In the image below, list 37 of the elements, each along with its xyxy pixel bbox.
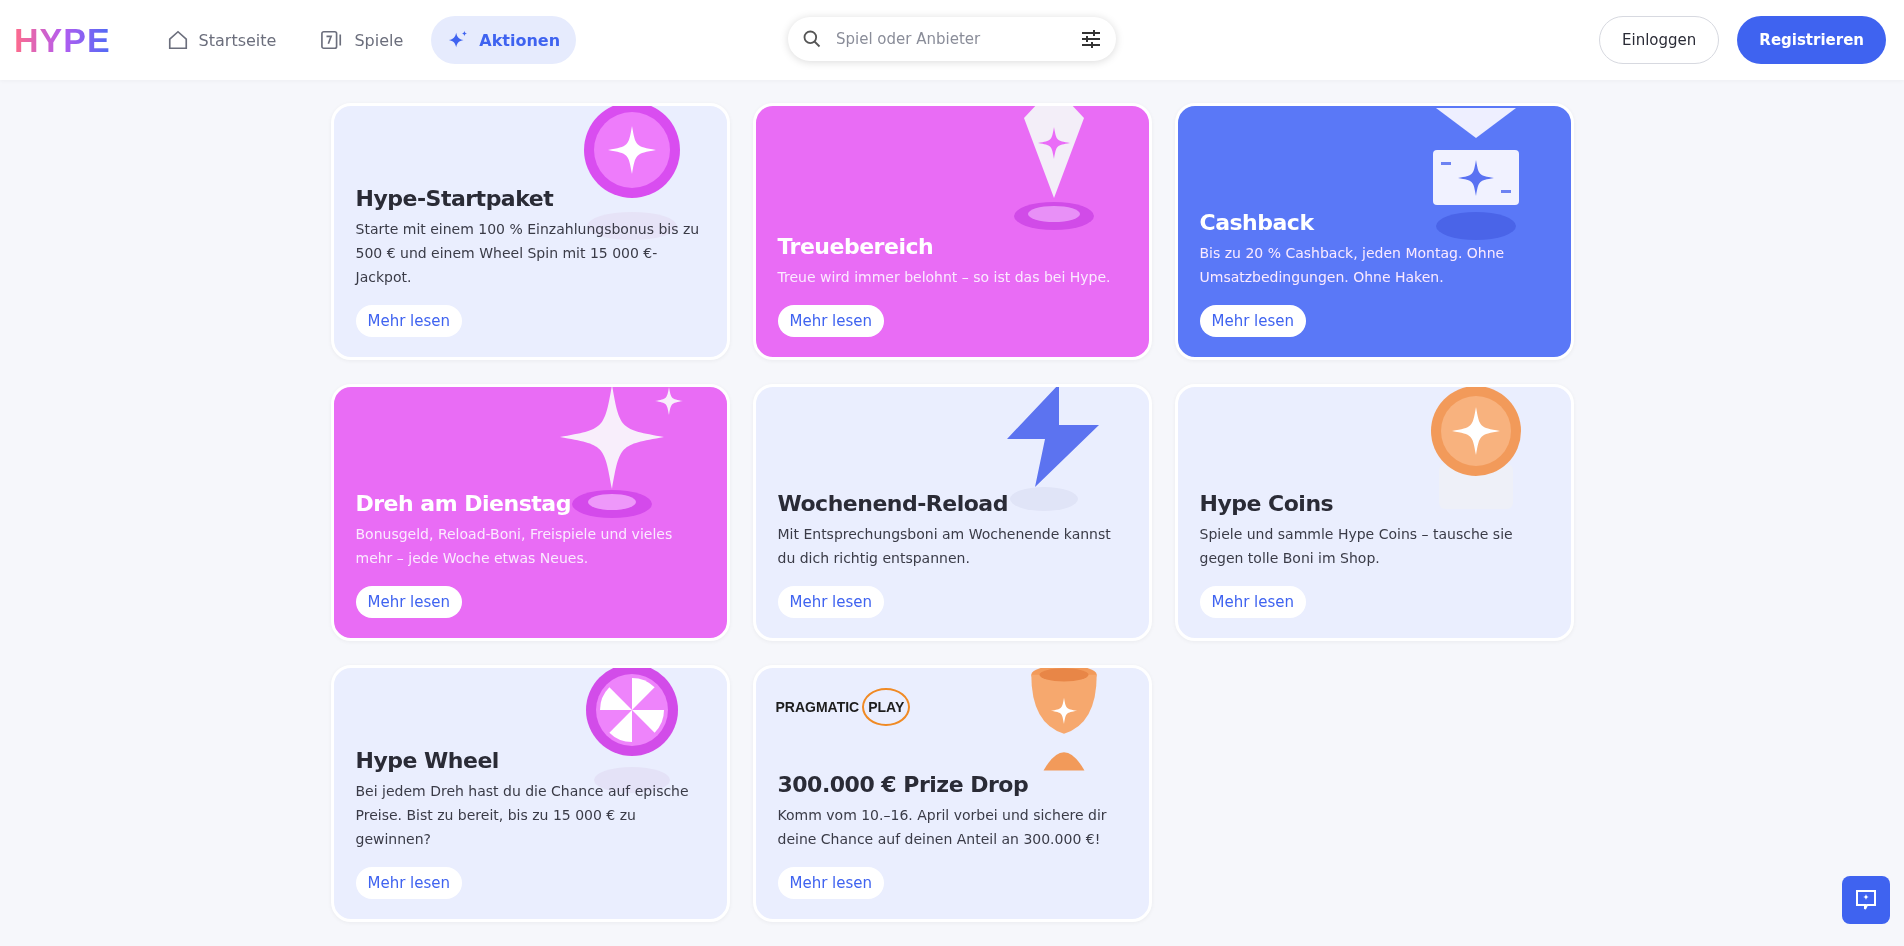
card-title: 300.000 € Prize Drop xyxy=(777,772,1030,797)
read-more-button[interactable]: Mehr lesen xyxy=(1199,305,1307,337)
card-text: Spiele und sammle Hype Coins – tausche sie gegen tolle Boni im Shop. xyxy=(1199,525,1514,568)
search-icon xyxy=(802,29,822,49)
card-title: Treuebereich xyxy=(777,234,935,259)
card-title: Hype Coins xyxy=(1199,491,1335,516)
card-text: Bis zu 20 % Cashback, jeden Montag. Ohne Umsatzbedingungen. Ohne Haken. xyxy=(1199,244,1506,287)
read-more-button[interactable]: Mehr lesen xyxy=(777,305,885,337)
read-more-button[interactable]: Mehr lesen xyxy=(1199,586,1307,618)
login-button[interactable]: Einloggen xyxy=(1599,16,1720,64)
nav-tab[interactable]: Aktionen xyxy=(431,16,577,64)
chat-icon xyxy=(1855,889,1877,911)
search-field[interactable]: Spiel oder Anbieter xyxy=(788,17,1116,61)
read-more-button[interactable]: Mehr lesen xyxy=(355,305,463,337)
card-text: Mit Entsprechungsboni am Wochenende kannst du dich richtig entspannen. xyxy=(777,525,1112,568)
home-icon xyxy=(166,29,189,51)
card-text: Treue wird immer belohnt – so ist das bei Hype. xyxy=(777,268,1112,287)
read-more-button[interactable]: Mehr lesen xyxy=(777,586,885,618)
filter-icon[interactable] xyxy=(1080,29,1102,49)
card-text: Starte mit einem 100 % Einzahlungsbonus bis zu 500 € und einem Wheel Spin mit 15 000 €-Jackpot. xyxy=(355,220,701,287)
card-title: Cashback xyxy=(1199,210,1315,235)
card-title: Hype-Startpaket xyxy=(355,186,555,211)
register-button[interactable]: Registrieren xyxy=(1737,16,1886,64)
read-more-button[interactable]: Mehr lesen xyxy=(355,586,463,618)
chat-button[interactable] xyxy=(1842,876,1890,924)
card-title: Wochenend-Reload xyxy=(777,491,1009,516)
card-title: Dreh am Dienstag xyxy=(355,491,572,516)
card-title: Hype Wheel xyxy=(355,748,500,773)
partner-logo-text: PRAGMATIC xyxy=(775,699,860,715)
read-more-button[interactable]: Mehr lesen xyxy=(355,867,463,899)
card-text: Bei jedem Dreh hast du die Chance auf epische Preise. Bist zu bereit, bis zu 15 000 € zu gewinnen? xyxy=(355,782,690,849)
read-more-button[interactable]: Mehr lesen xyxy=(777,867,885,899)
card-text: Bonusgeld, Reload-Boni, Freispiele und vieles mehr – jede Woche etwas Neues. xyxy=(355,525,674,568)
partner-logo-text: PLAY xyxy=(862,688,911,726)
card-text: Komm vom 10.–16. April vorbei und sichere dir deine Chance auf deinen Anteil an 300.000 €! xyxy=(777,806,1108,849)
nav-tab[interactable]: Spiele xyxy=(304,16,420,64)
nav-tab[interactable]: Startseite xyxy=(150,16,293,64)
